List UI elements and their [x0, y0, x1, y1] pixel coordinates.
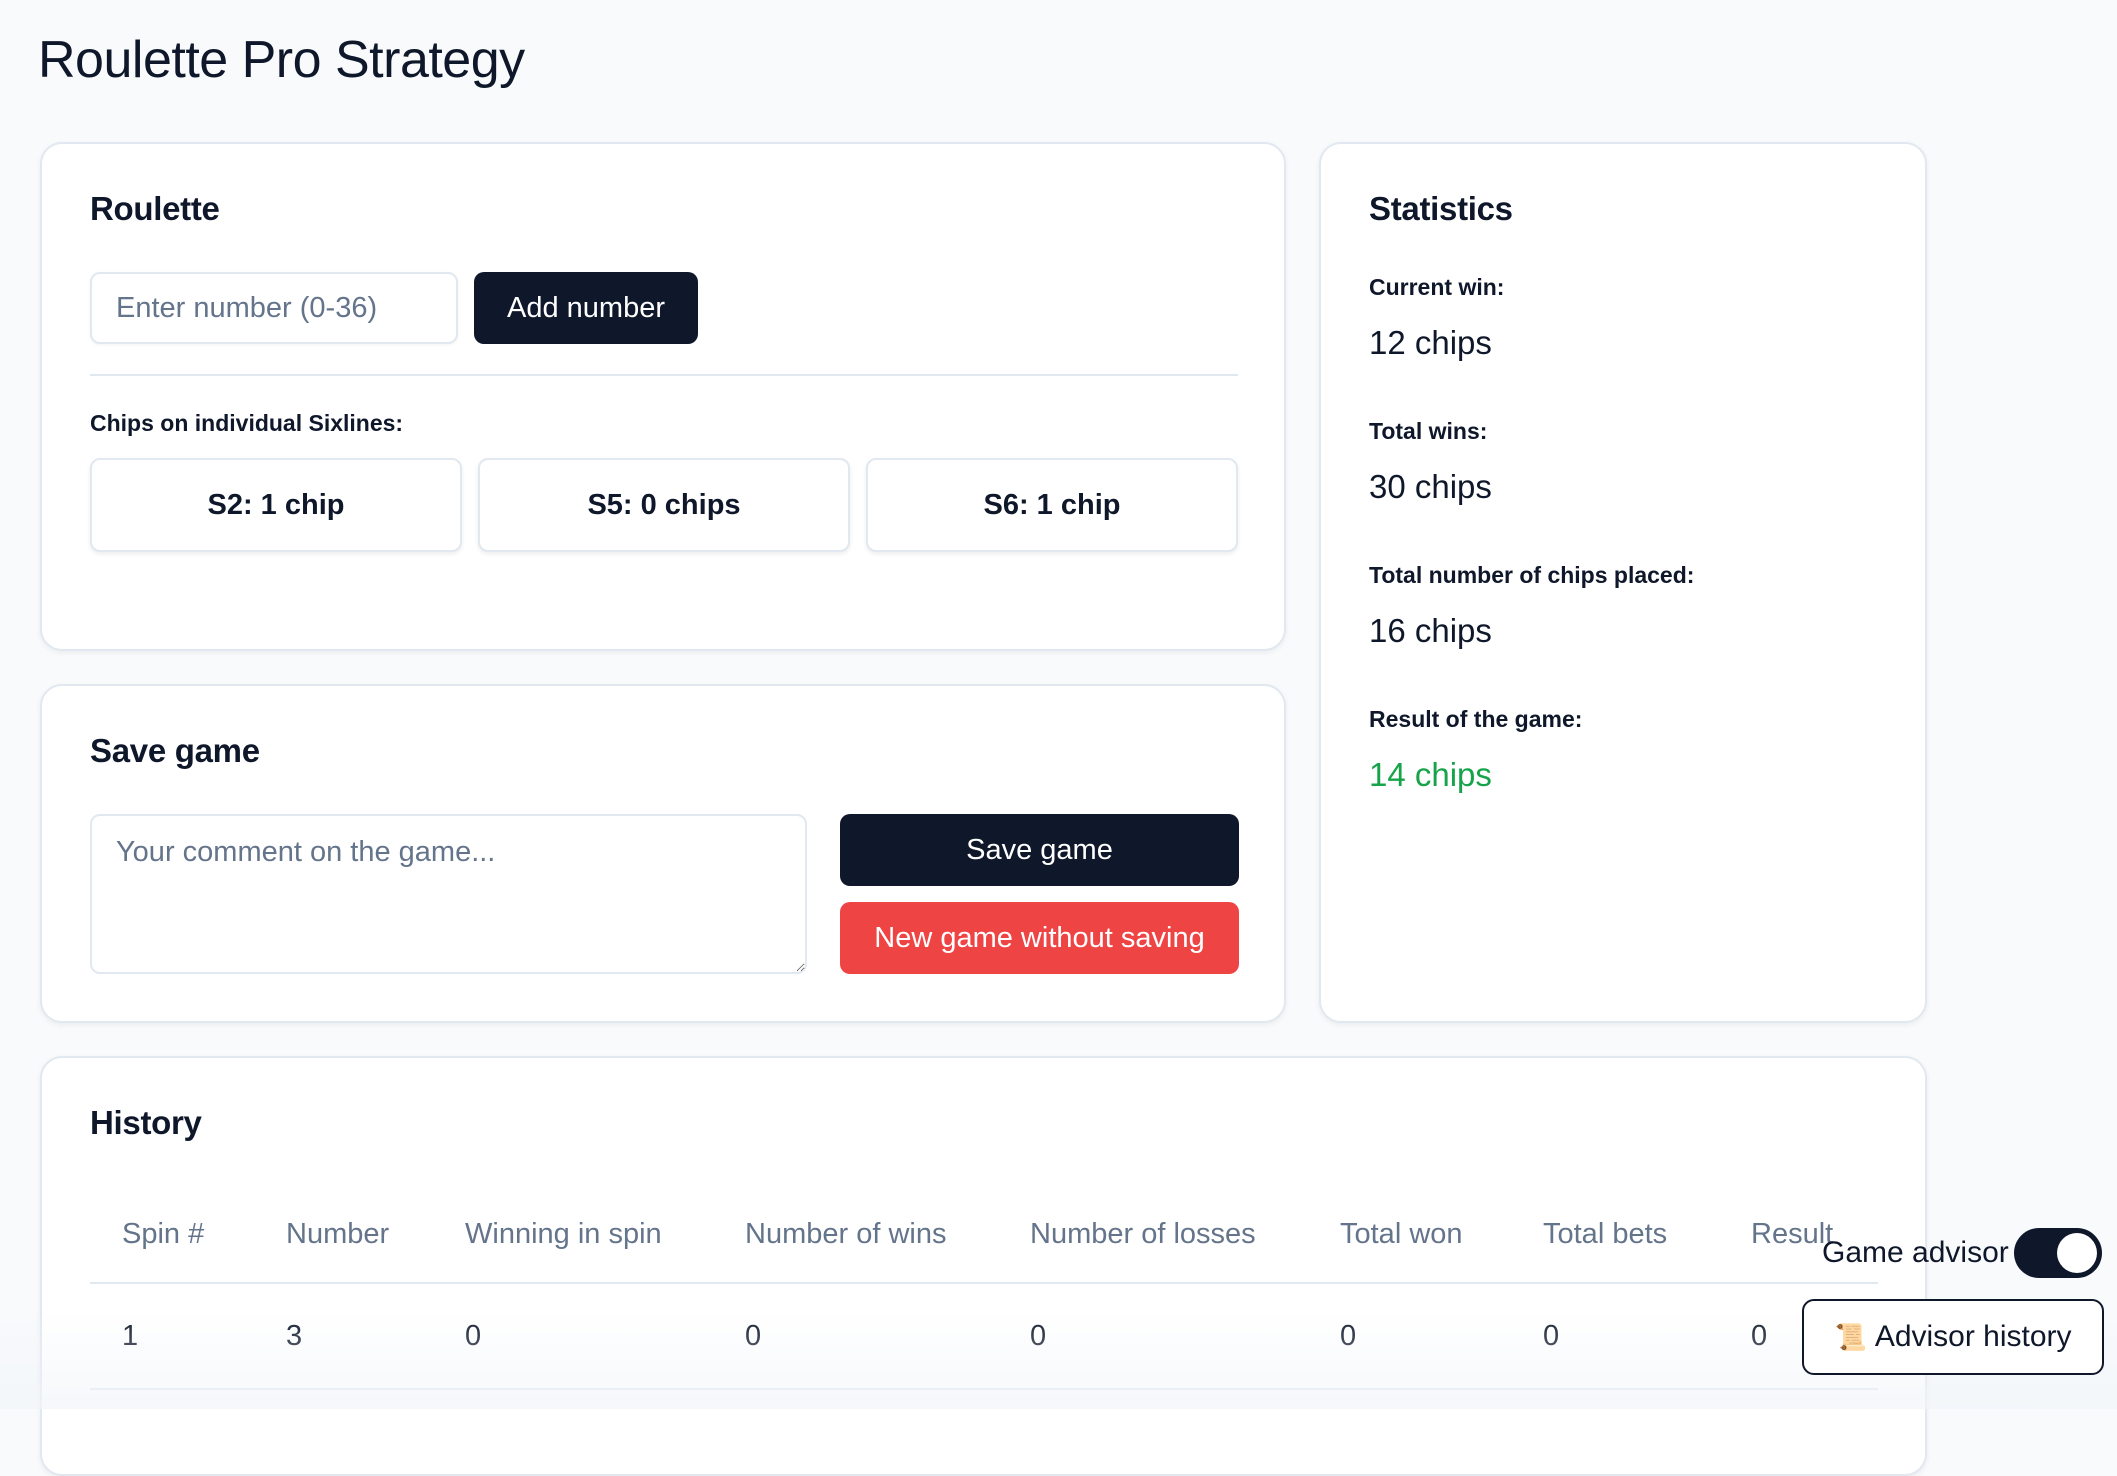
save-game-button[interactable]: Save game	[840, 814, 1239, 886]
scroll-icon: 📜	[1834, 1321, 1867, 1352]
table-header-divider	[90, 1282, 1878, 1284]
total-wins-label: Total wins:	[1369, 418, 1488, 444]
column-header-number-of-losses[interactable]: Number of losses	[1030, 1218, 1256, 1251]
statistics-card: Statistics Current win: 12 chips Total w…	[1319, 142, 1927, 1023]
column-header-result[interactable]: Result	[1751, 1218, 1833, 1251]
chips-placed-value: 16 chips	[1369, 612, 1492, 649]
advisor-history-button[interactable]: 📜 Advisor history	[1802, 1299, 2104, 1375]
sixlines-label: Chips on individual Sixlines:	[90, 410, 404, 436]
cell-result: 0	[1751, 1320, 1768, 1352]
new-game-button[interactable]: New game without saving	[840, 902, 1239, 974]
add-number-button[interactable]: Add number	[474, 272, 698, 344]
column-header-spin[interactable]: Spin #	[122, 1218, 204, 1251]
page-title: Roulette Pro Strategy	[38, 31, 525, 89]
number-input[interactable]	[90, 272, 458, 344]
cell-number-of-wins: 0	[745, 1320, 762, 1352]
statistics-title: Statistics	[1369, 190, 1513, 227]
save-game-title: Save game	[90, 732, 260, 769]
comment-textarea[interactable]	[90, 814, 807, 974]
cell-number-of-losses: 0	[1030, 1320, 1047, 1352]
column-header-number-of-wins[interactable]: Number of wins	[745, 1218, 946, 1251]
sixline-s5[interactable]: S5: 0 chips	[478, 458, 850, 552]
divider	[90, 374, 1238, 376]
game-result-label: Result of the game:	[1369, 706, 1583, 732]
cell-winning-in-spin: 0	[465, 1320, 482, 1352]
roulette-title: Roulette	[90, 190, 220, 227]
cell-number: 3	[286, 1320, 303, 1352]
history-card: History Spin # Number Winning in spin Nu…	[40, 1056, 1927, 1476]
roulette-card: Roulette Add number Chips on individual …	[40, 142, 1286, 651]
total-wins-value: 30 chips	[1369, 468, 1492, 505]
cell-spin: 1	[122, 1320, 139, 1352]
chips-placed-label: Total number of chips placed:	[1369, 562, 1695, 588]
advisor-history-label: Advisor history	[1874, 1320, 2072, 1353]
sixline-s2[interactable]: S2: 1 chip	[90, 458, 462, 552]
sixline-s6[interactable]: S6: 1 chip	[866, 458, 1238, 552]
toggle-knob	[2057, 1233, 2097, 1273]
game-advisor-toggle[interactable]	[2014, 1228, 2102, 1278]
current-win-value: 12 chips	[1369, 324, 1492, 361]
current-win-label: Current win:	[1369, 274, 1505, 300]
table-row-divider	[90, 1388, 1878, 1390]
column-header-winning-in-spin[interactable]: Winning in spin	[465, 1218, 662, 1251]
column-header-number[interactable]: Number	[286, 1218, 389, 1251]
save-game-card: Save game Save game New game without sav…	[40, 684, 1286, 1023]
game-advisor-label: Game advisor	[1822, 1236, 2009, 1269]
column-header-total-won[interactable]: Total won	[1340, 1218, 1463, 1251]
cell-total-bets: 0	[1543, 1320, 1560, 1352]
cell-total-won: 0	[1340, 1320, 1357, 1352]
game-result-value: 14 chips	[1369, 756, 1492, 793]
history-title: History	[90, 1104, 202, 1141]
column-header-total-bets[interactable]: Total bets	[1543, 1218, 1667, 1251]
